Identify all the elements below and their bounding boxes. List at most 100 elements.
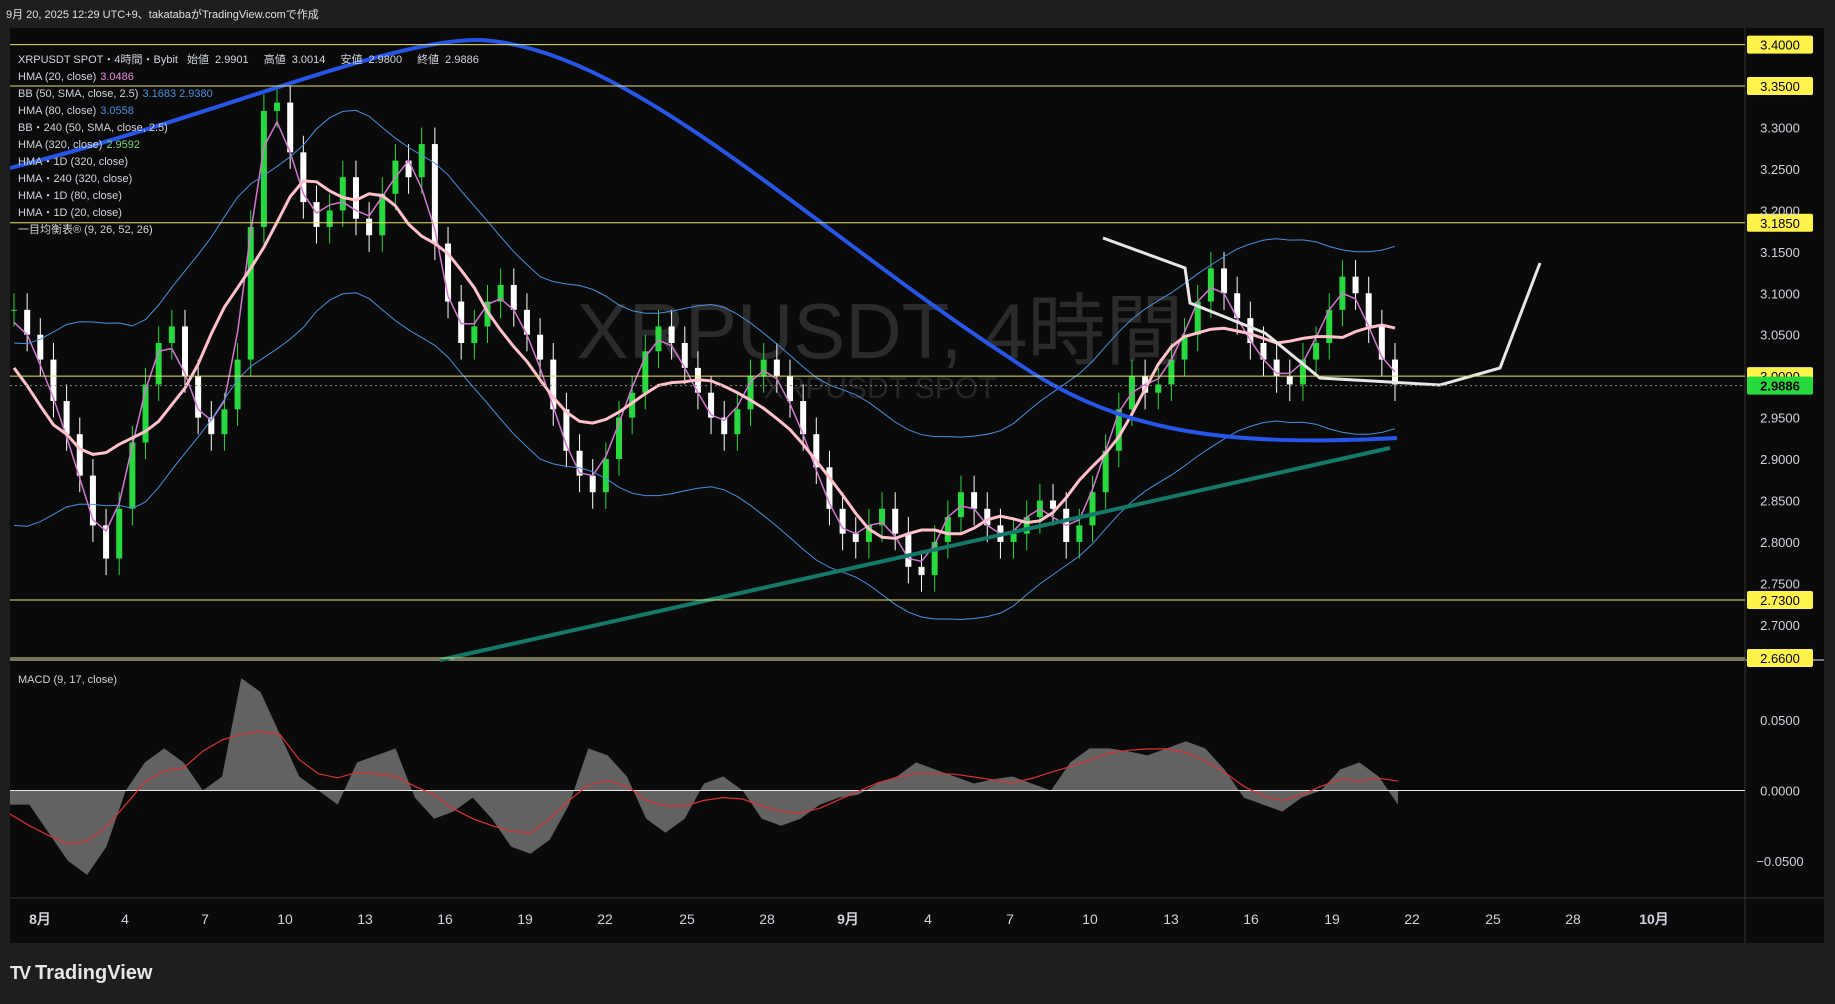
chart-header: 9月 20, 2025 12:29 UTC+9、takatabaがTrading… — [6, 9, 319, 21]
candle-body — [155, 343, 162, 385]
watermark-subtitle: XRPUSDT SPOT — [764, 372, 997, 405]
y-tick-label: 2.7000 — [1760, 618, 1800, 633]
candle-body — [1378, 326, 1385, 360]
level-label: 3.3500 — [1760, 79, 1800, 94]
legend-indicator[interactable]: BB・240 (50, SMA, close, 2.5) — [18, 120, 491, 137]
macd-histogram-area — [10, 678, 1398, 875]
level-label: 3.4000 — [1760, 38, 1800, 53]
candle-body — [168, 326, 175, 343]
x-tick-label: 19 — [1324, 911, 1340, 927]
candle-body — [1076, 525, 1083, 542]
candle-body — [1050, 500, 1057, 509]
x-tick-label: 10 — [1082, 911, 1098, 927]
ohlc-high: 高値 3.0014 — [263, 54, 326, 66]
ohlc-close: 終値 2.9886 — [417, 54, 479, 66]
legend-indicator-name: HMA (20, close) — [18, 71, 97, 83]
candle-body — [11, 309, 17, 311]
x-tick-label: 9月 — [837, 911, 859, 927]
y-tick-label: 2.8000 — [1760, 535, 1800, 550]
y-tick-label: 3.2500 — [1760, 162, 1800, 177]
legend-indicator-value: 3.1683 2.9380 — [142, 88, 213, 100]
x-tick-label: 8月 — [29, 911, 51, 927]
legend-indicator[interactable]: 一目均衡表® (9, 26, 52, 26) — [18, 222, 491, 239]
candle-body — [537, 334, 544, 360]
macd-y-tick-label: 0.0000 — [1760, 784, 1800, 799]
y-tick-label: 2.9000 — [1760, 452, 1800, 467]
legend-symbol: XRPUSDT SPOT・4時間・Bybit — [18, 54, 178, 66]
legend-indicator[interactable]: HMA・1D (320, close) — [18, 154, 491, 171]
candle-body — [510, 284, 517, 310]
legend-indicator-value: 2.9592 — [106, 139, 141, 151]
legend-indicator[interactable]: HMA (80, close) 3.0558 — [18, 103, 491, 120]
legend-indicator[interactable]: HMA・1D (80, close) — [18, 188, 491, 205]
candle-body — [471, 326, 478, 343]
candle-body — [1010, 533, 1017, 542]
x-tick-label: 16 — [1243, 911, 1259, 927]
x-tick-label: 28 — [1565, 911, 1581, 927]
tradingview-logo-icon: TV — [10, 963, 31, 983]
candle-body — [589, 475, 596, 493]
legend-indicator[interactable]: HMA (20, close) 3.0486 — [18, 69, 491, 86]
y-tick-label: 3.0500 — [1760, 328, 1800, 343]
candle-body — [1207, 268, 1214, 302]
candle-body — [655, 326, 662, 352]
legend-indicator-name: HMA・240 (320, close) — [18, 173, 133, 185]
candle-body — [971, 492, 978, 509]
y-tick-label: 2.7500 — [1760, 576, 1800, 591]
legend-indicator-name: 一目均衡表® (9, 26, 52, 26) — [18, 224, 153, 236]
candle-body — [234, 359, 241, 410]
hma-240-line — [439, 446, 1391, 662]
x-tick-label: 22 — [1404, 911, 1420, 927]
candle-body — [786, 376, 793, 402]
tradingview-logo-text: TradingView — [35, 962, 153, 984]
legend-indicator[interactable]: HMA・1D (20, close) — [18, 205, 491, 222]
legend-indicator-value: 3.0486 — [100, 71, 134, 83]
tradingview-logo[interactable]: TV TradingView — [10, 962, 152, 985]
x-tick-label: 10月 — [1639, 911, 1669, 927]
y-tick-label: 3.2000 — [1760, 203, 1800, 218]
candle-body — [1089, 492, 1096, 526]
macd-y-tick-label: −0.0500 — [1756, 854, 1803, 869]
ohlc-low: 安値 2.9800 — [340, 54, 403, 66]
x-tick-label: 13 — [1163, 911, 1179, 927]
x-tick-label: 25 — [1485, 911, 1501, 927]
legend-indicator-name: HMA (80, close) — [18, 105, 97, 117]
candle-body — [602, 459, 609, 493]
level-label: 2.7300 — [1760, 593, 1800, 608]
candle-body — [1392, 359, 1398, 385]
y-tick-label: 3.3000 — [1760, 120, 1800, 135]
macd-pane-label[interactable]: MACD (9, 17, close) — [18, 674, 117, 686]
legend-indicator[interactable]: HMA (320, close) 2.9592 — [18, 137, 491, 154]
legend-indicator[interactable]: HMA・240 (320, close) — [18, 171, 491, 188]
candle-body — [905, 533, 912, 567]
candle-body — [734, 409, 741, 435]
legend-indicator-name: BB (50, SMA, close, 2.5) — [18, 88, 139, 100]
candle-body — [957, 492, 964, 518]
candle-body — [1352, 276, 1359, 294]
legend-symbol-row[interactable]: XRPUSDT SPOT・4時間・Bybit 始値 2.9901 高値 3.0014… — [18, 52, 491, 69]
y-tick-label: 2.8500 — [1760, 494, 1800, 509]
candle-body — [852, 533, 859, 542]
legend-indicator-name: HMA・1D (320, close) — [18, 156, 129, 168]
candle-body — [221, 409, 228, 435]
x-tick-label: 10 — [277, 911, 293, 927]
y-tick-label: 3.1500 — [1760, 245, 1800, 260]
indicator-legend: XRPUSDT SPOT・4時間・Bybit 始値 2.9901 高値 3.0014… — [18, 52, 491, 239]
x-tick-label: 13 — [357, 911, 373, 927]
legend-indicator-name: BB・240 (50, SMA, close, 2.5) — [18, 122, 168, 134]
candle-body — [1313, 343, 1320, 360]
macd-y-tick-label: 0.0500 — [1760, 713, 1800, 728]
candle-body — [839, 508, 846, 534]
candle-body — [1286, 376, 1293, 385]
candle-body — [24, 309, 31, 335]
candle-body — [773, 359, 780, 377]
ohlc-open: 始値 2.9901 — [187, 54, 249, 66]
candle-body — [1221, 268, 1228, 294]
x-tick-label: 4 — [121, 911, 129, 927]
legend-indicator[interactable]: BB (50, SMA, close, 2.5) 3.1683 2.9380 — [18, 86, 491, 103]
x-tick-label: 25 — [679, 911, 695, 927]
candle-body — [116, 508, 123, 559]
x-tick-label: 28 — [759, 911, 775, 927]
x-tick-label: 22 — [597, 911, 613, 927]
legend-indicator-name: HMA・1D (20, close) — [18, 207, 122, 219]
